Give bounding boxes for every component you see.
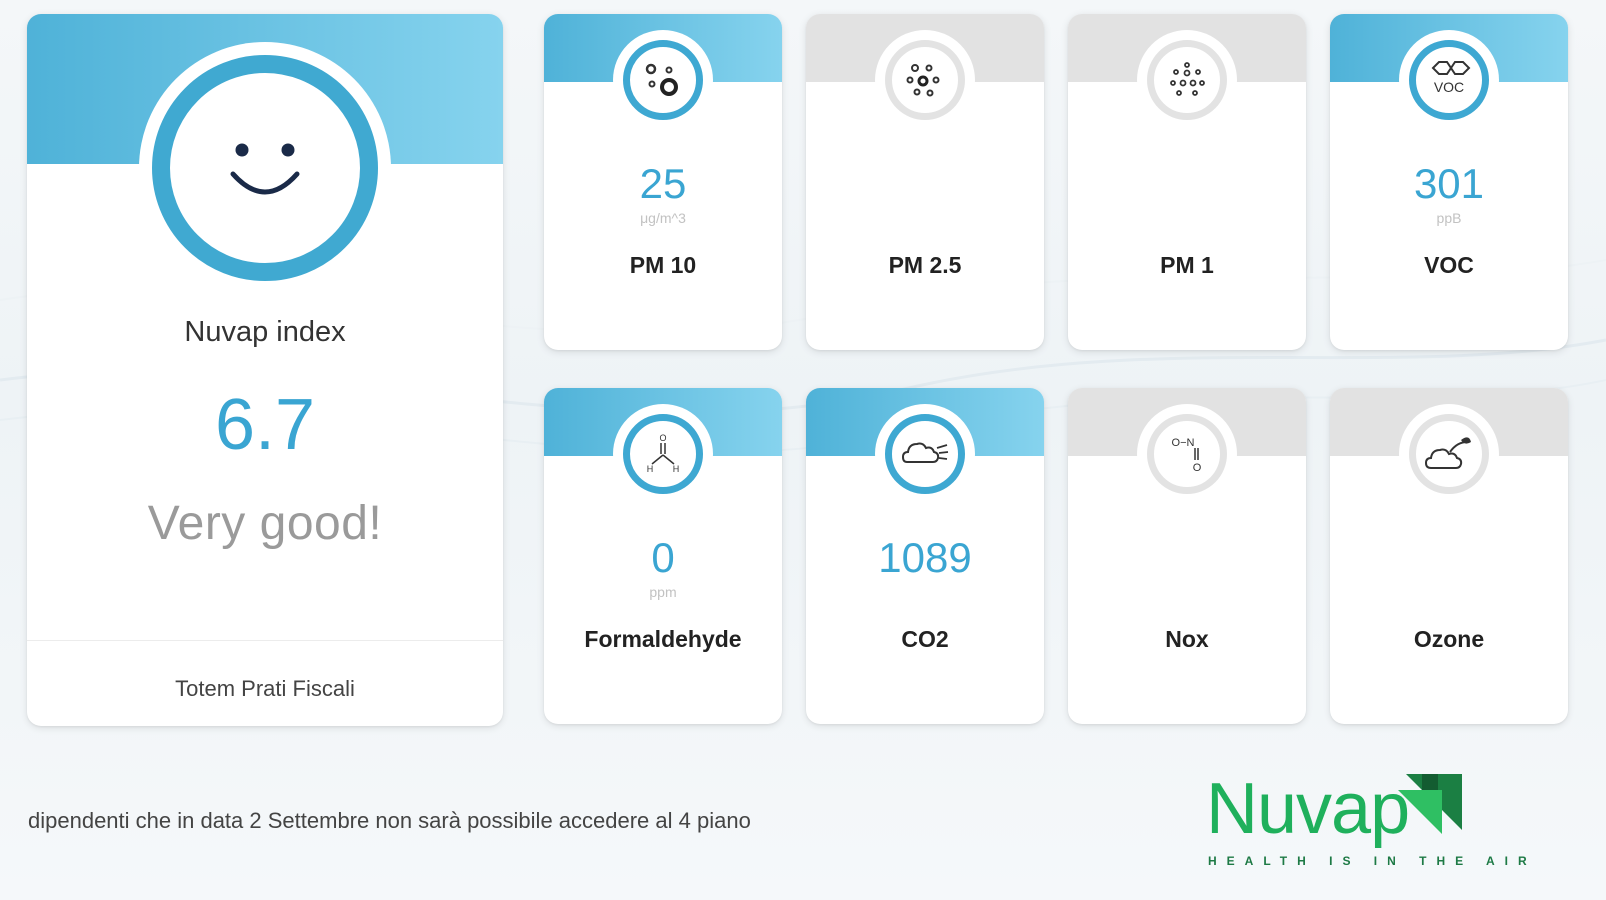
- pm1-particles-icon: [1170, 62, 1205, 96]
- pm25-particles-icon: [906, 64, 940, 97]
- sensor-value: 301: [1413, 160, 1485, 207]
- index-rating: Very good!: [147, 497, 383, 550]
- nuvap-logo: Nuvap HEALTH IS IN THE AIR: [1196, 760, 1527, 875]
- sensor-name: VOC: [1424, 252, 1474, 278]
- sensor-name: Nox: [1165, 626, 1209, 652]
- sensor-unit: μg/m^3: [640, 210, 686, 226]
- sensor-name: Ozone: [1413, 626, 1485, 652]
- svg-text:H: H: [647, 464, 654, 474]
- svg-text:H: H: [673, 464, 680, 474]
- sensor-tile-pm1: PM 1: [1068, 14, 1306, 350]
- nuvap-index-card: Nuvap index 6.7 Very good! Totem Prati F…: [27, 14, 503, 726]
- voc-molecule-icon: VOC: [1431, 61, 1471, 95]
- sensor-name: Formaldehyde: [584, 626, 742, 652]
- sensor-name: PM 2.5: [888, 252, 962, 278]
- sensor-unit: ppB: [1436, 210, 1462, 226]
- svg-text:O: O: [659, 433, 666, 443]
- index-value: 6.7: [214, 385, 316, 465]
- sensor-tile-formaldehyde: O H H 0 ppm Formaldehyde: [544, 388, 782, 724]
- index-title: Nuvap index: [184, 316, 346, 348]
- pm10-particles-icon: [645, 63, 678, 96]
- sensor-value: 0: [651, 534, 675, 581]
- card-divider: [27, 640, 503, 641]
- sensor-name: CO2: [901, 626, 949, 652]
- sensor-tile-pm25: PM 2.5: [806, 14, 1044, 350]
- sensor-name: PM 10: [629, 252, 697, 278]
- co2-cloud-icon: [901, 442, 949, 463]
- svg-text:O: O: [1193, 462, 1202, 474]
- logo-arrow-icon: [1398, 774, 1462, 834]
- sensor-value: 1089: [878, 534, 972, 581]
- sensor-tile-co2: 1089 CO2: [806, 388, 1044, 724]
- logo-tagline: HEALTH IS IN THE AIR: [1208, 854, 1537, 868]
- sensor-name: PM 1: [1160, 252, 1214, 278]
- sensor-tile-nox: O−N O Nox: [1068, 388, 1306, 724]
- smiley-face-icon: [230, 143, 300, 195]
- index-ring: [139, 42, 391, 294]
- sensor-tile-voc: VOC 301 ppB VOC: [1330, 14, 1568, 350]
- ozone-cloud-icon: [1424, 437, 1471, 469]
- sensor-tile-ozone: Ozone: [1330, 388, 1568, 724]
- svg-text:O−N: O−N: [1172, 437, 1195, 449]
- location-label: Totem Prati Fiscali: [175, 676, 355, 701]
- logo-wordmark: Nuvap: [1206, 769, 1410, 849]
- news-ticker: dipendenti che in data 2 Settembre non s…: [28, 808, 751, 833]
- sensor-tile-pm10: 25 μg/m^3 PM 10: [544, 14, 782, 350]
- formaldehyde-molecule-icon: O H H: [647, 433, 680, 474]
- nox-molecule-icon: O−N O: [1172, 437, 1202, 474]
- svg-text:VOC: VOC: [1434, 79, 1464, 95]
- sensor-value: 25: [639, 160, 687, 207]
- sensor-unit: ppm: [649, 584, 677, 600]
